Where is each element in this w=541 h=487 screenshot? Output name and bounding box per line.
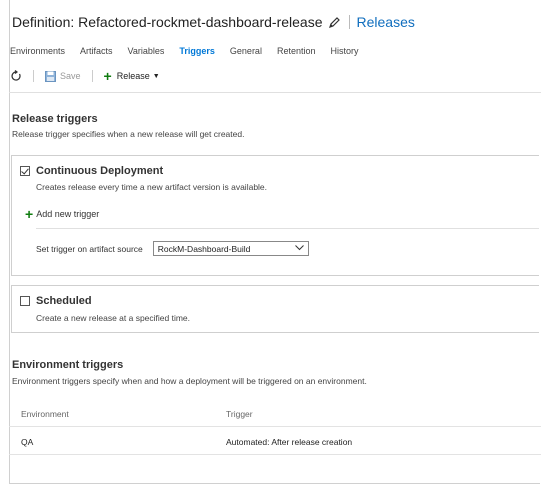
- column-header-environment: Environment: [21, 409, 69, 419]
- toolbar-separator: [33, 70, 34, 82]
- tab-history[interactable]: History: [330, 46, 358, 56]
- artifact-source-select[interactable]: RockM-Dashboard-Build: [152, 241, 309, 256]
- title-bar: Definition: Refactored-rockmet-dashboard…: [12, 12, 415, 32]
- continuous-deployment-checkbox[interactable]: [20, 166, 30, 176]
- continuous-deployment-label: Continuous Deployment: [36, 165, 164, 177]
- artifact-source-value: RockM-Dashboard-Build: [157, 243, 251, 254]
- tab-bar: Environments Artifacts Variables Trigger…: [10, 44, 374, 58]
- save-button[interactable]: Save: [45, 70, 81, 82]
- continuous-deployment-row: Continuous Deployment: [20, 165, 163, 177]
- scheduled-row: Scheduled: [20, 295, 92, 307]
- environment-triggers-description: Environment triggers specify when and ho…: [12, 376, 367, 386]
- artifact-source-row: Set trigger on artifact source RockM-Das…: [36, 241, 309, 256]
- plus-icon: +: [103, 68, 112, 84]
- save-label: Save: [60, 71, 81, 81]
- plus-icon: +: [25, 206, 34, 222]
- environment-triggers-title: Environment triggers: [12, 359, 124, 371]
- scheduled-card: Scheduled Create a new release at a spec…: [11, 285, 539, 333]
- toolbar: Save + Release ▼: [10, 68, 160, 84]
- release-triggers-title: Release triggers: [12, 113, 98, 125]
- release-triggers-description: Release trigger specifies when a new rel…: [12, 129, 245, 139]
- tab-variables[interactable]: Variables: [128, 46, 165, 56]
- scheduled-checkbox[interactable]: [20, 296, 30, 306]
- chevron-down-icon: [294, 244, 304, 253]
- scheduled-description: Create a new release at a specified time…: [36, 313, 191, 323]
- table-header-divider: [9, 426, 541, 427]
- trigger-cell[interactable]: Automated: After release creation: [226, 437, 352, 447]
- tab-retention[interactable]: Retention: [277, 46, 316, 56]
- caret-down-icon: ▼: [152, 72, 160, 80]
- refresh-icon: [11, 70, 21, 81]
- definition-title: Definition: Refactored-rockmet-dashboard…: [12, 14, 323, 30]
- tab-general[interactable]: General: [230, 46, 262, 56]
- toolbar-separator: [91, 70, 93, 82]
- tab-triggers[interactable]: Triggers: [179, 46, 215, 56]
- toolbar-divider: [9, 92, 541, 93]
- add-new-trigger-button[interactable]: + Add new trigger: [25, 206, 100, 222]
- pencil-icon[interactable]: [328, 16, 341, 29]
- artifact-source-label: Set trigger on artifact source: [36, 243, 143, 254]
- continuous-deployment-card: Continuous Deployment Creates release ev…: [11, 155, 539, 276]
- table-row-divider: [9, 454, 541, 455]
- refresh-button[interactable]: [10, 70, 22, 82]
- release-label: Release: [116, 71, 150, 81]
- scheduled-label: Scheduled: [36, 295, 92, 307]
- environment-cell[interactable]: QA: [21, 437, 33, 447]
- trigger-divider: [36, 228, 539, 229]
- column-header-trigger: Trigger: [226, 409, 253, 419]
- release-button[interactable]: + Release ▼: [103, 68, 160, 84]
- tab-artifacts[interactable]: Artifacts: [80, 46, 113, 56]
- releases-link[interactable]: Releases: [356, 14, 414, 30]
- continuous-deployment-description: Creates release every time a new artifac…: [36, 182, 268, 192]
- title-separator: [349, 15, 351, 29]
- add-new-trigger-label: Add new trigger: [36, 209, 100, 219]
- tab-environments[interactable]: Environments: [10, 46, 65, 56]
- save-icon: [45, 70, 56, 82]
